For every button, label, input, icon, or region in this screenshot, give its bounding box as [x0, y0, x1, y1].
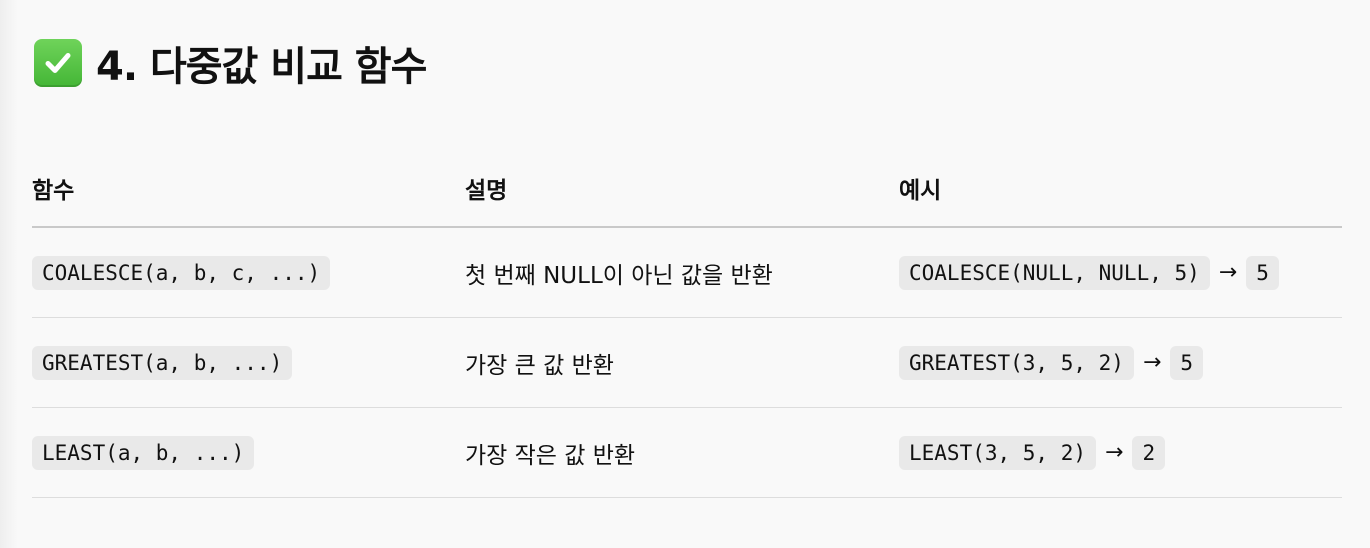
example-result: 5	[1246, 255, 1279, 290]
functions-table: 함수 설명 예시 COALESCE(a, b, c, ...) 첫 번째 NUL…	[32, 150, 1342, 498]
document-page: 4. 다중값 비교 함수 함수 설명 예시 COALESCE(a, b, c, …	[0, 0, 1370, 548]
function-description: 가장 큰 값 반환	[465, 352, 614, 379]
example-result: 2	[1132, 435, 1166, 470]
column-header-description: 설명	[465, 178, 508, 204]
arrow-icon: →	[1142, 350, 1162, 375]
example-result: 5	[1170, 345, 1204, 380]
function-description: 가장 작은 값 반환	[465, 442, 636, 469]
arrow-icon: →	[1218, 260, 1238, 285]
example-expression: GREATEST(3, 5, 2)	[899, 345, 1134, 380]
check-mark-button-icon	[34, 39, 82, 87]
function-signature: LEAST(a, b, ...)	[32, 435, 255, 470]
example-expression: LEAST(3, 5, 2)	[899, 435, 1097, 470]
example-expression: COALESCE(NULL, NULL, 5)	[899, 255, 1210, 290]
function-description: 첫 번째 NULL이 아닌 값을 반환	[465, 262, 773, 289]
function-signature: COALESCE(a, b, c, ...)	[32, 255, 331, 290]
section-title: 4. 다중값 비교 함수	[96, 44, 427, 90]
arrow-icon: →	[1105, 440, 1124, 465]
function-signature: GREATEST(a, b, ...)	[32, 345, 293, 380]
section-heading: 4. 다중값 비교 함수	[34, 34, 427, 92]
column-header-function: 함수	[32, 178, 75, 204]
table-header-row: 함수 설명 예시	[32, 150, 1342, 228]
table-row: COALESCE(a, b, c, ...) 첫 번째 NULL이 아닌 값을 …	[32, 228, 1342, 318]
table-row: GREATEST(a, b, ...) 가장 큰 값 반환 GREATEST(3…	[32, 318, 1342, 408]
table-row: LEAST(a, b, ...) 가장 작은 값 반환 LEAST(3, 5, …	[32, 408, 1342, 498]
column-header-example: 예시	[899, 178, 942, 204]
